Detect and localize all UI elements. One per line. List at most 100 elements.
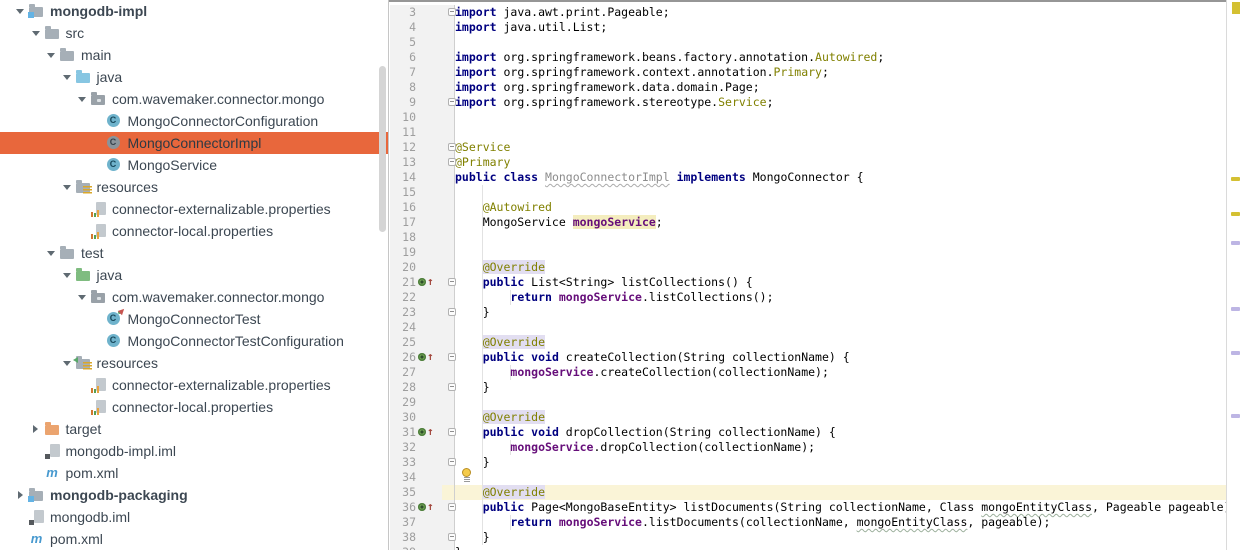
code-text[interactable]: import org.springframework.beans.factory… <box>455 50 1226 65</box>
code-text[interactable]: } <box>455 455 1226 470</box>
stripe-mark-usage[interactable] <box>1231 307 1240 311</box>
code-text[interactable]: @Override <box>455 335 1226 350</box>
code-line-8[interactable]: 8import org.springframework.data.domain.… <box>390 80 1226 95</box>
code-text[interactable]: @Override <box>455 410 1226 425</box>
code-text[interactable]: } <box>455 380 1226 395</box>
code-text[interactable]: import org.springframework.data.domain.P… <box>455 80 1226 95</box>
fold-start-icon[interactable] <box>448 8 456 16</box>
chevron-expanded-icon[interactable] <box>74 97 90 102</box>
code-text[interactable]: @Service <box>455 140 1226 155</box>
code-line-7[interactable]: 7import org.springframework.context.anno… <box>390 65 1226 80</box>
code-line-39[interactable]: 39} <box>390 545 1226 550</box>
code-text[interactable] <box>455 245 1226 260</box>
code-line-35[interactable]: 35 @Override <box>390 485 1226 500</box>
tree-item-java[interactable]: java <box>0 264 388 286</box>
fold-end-icon[interactable] <box>448 383 456 391</box>
code-text[interactable]: public void createCollection(String coll… <box>455 350 1226 365</box>
tree-item-pom-xml[interactable]: mpom.xml <box>0 528 388 550</box>
code-text[interactable]: public class MongoConnectorImpl implemen… <box>455 170 1226 185</box>
code-text[interactable] <box>455 470 1226 485</box>
code-line-25[interactable]: 25 @Override <box>390 335 1226 350</box>
chevron-expanded-icon[interactable] <box>59 273 75 278</box>
gutter[interactable]: 30 <box>390 410 455 425</box>
gutter[interactable]: 37 <box>390 515 455 530</box>
tree-item-src[interactable]: src <box>0 22 388 44</box>
stripe-mark-warning[interactable] <box>1231 177 1240 181</box>
gutter[interactable]: 4 <box>390 20 455 35</box>
code-line-3[interactable]: 3import java.awt.print.Pageable; <box>390 5 1226 20</box>
gutter[interactable]: 34 <box>390 470 455 485</box>
code-text[interactable]: MongoService mongoService; <box>455 215 1226 230</box>
tree-item-mongoconnectortest[interactable]: CMongoConnectorTest <box>0 308 388 330</box>
code-line-29[interactable]: 29 <box>390 395 1226 410</box>
code-line-12[interactable]: 12@Service <box>390 140 1226 155</box>
gutter[interactable]: 23 <box>390 305 455 320</box>
code-text[interactable]: import org.springframework.stereotype.Se… <box>455 95 1226 110</box>
code-line-37[interactable]: 37 return mongoService.listDocuments(col… <box>390 515 1226 530</box>
error-stripe[interactable] <box>1226 0 1241 550</box>
code-line-24[interactable]: 24 <box>390 320 1226 335</box>
gutter[interactable]: 31 <box>390 425 455 440</box>
gutter[interactable]: 5 <box>390 35 455 50</box>
code-text[interactable] <box>455 185 1226 200</box>
tree-item-mongodb-impl[interactable]: mongodb-impl <box>0 0 388 22</box>
code-line-36[interactable]: 36 public Page<MongoBaseEntity> listDocu… <box>390 500 1226 515</box>
code-text[interactable]: public List<String> listCollections() { <box>455 275 1226 290</box>
chevron-collapsed-icon[interactable] <box>12 491 28 499</box>
code-line-32[interactable]: 32 mongoService.dropCollection(collectio… <box>390 440 1226 455</box>
gutter[interactable]: 21 <box>390 275 455 290</box>
chevron-expanded-icon[interactable] <box>12 9 28 14</box>
fold-end-icon[interactable] <box>448 458 456 466</box>
gutter[interactable]: 29 <box>390 395 455 410</box>
code-line-18[interactable]: 18 <box>390 230 1226 245</box>
gutter[interactable]: 20 <box>390 260 455 275</box>
fold-end-icon[interactable] <box>448 158 456 166</box>
gutter[interactable]: 25 <box>390 335 455 350</box>
code-text[interactable]: mongoService.dropCollection(collectionNa… <box>455 440 1226 455</box>
code-line-31[interactable]: 31 public void dropCollection(String col… <box>390 425 1226 440</box>
gutter[interactable]: 36 <box>390 500 455 515</box>
code-text[interactable]: } <box>455 305 1226 320</box>
code-text[interactable] <box>455 320 1226 335</box>
code-line-6[interactable]: 6import org.springframework.beans.factor… <box>390 50 1226 65</box>
tree-item-connector-externalizable-properties[interactable]: connector-externalizable.properties <box>0 374 388 396</box>
tree-item-resources[interactable]: resources <box>0 176 388 198</box>
chevron-expanded-icon[interactable] <box>74 295 90 300</box>
code-line-21[interactable]: 21 public List<String> listCollections()… <box>390 275 1226 290</box>
gutter[interactable]: 11 <box>390 125 455 140</box>
intention-bulb-icon[interactable] <box>461 468 473 483</box>
code-text[interactable] <box>455 35 1226 50</box>
fold-end-icon[interactable] <box>448 533 456 541</box>
gutter[interactable]: 14 <box>390 170 455 185</box>
implementing-method-icon[interactable] <box>418 276 434 288</box>
gutter[interactable]: 24 <box>390 320 455 335</box>
code-text[interactable] <box>455 125 1226 140</box>
gutter[interactable]: 28 <box>390 380 455 395</box>
code-text[interactable] <box>455 230 1226 245</box>
stripe-mark-warning[interactable] <box>1231 212 1240 216</box>
tree-item-com-wavemaker-connector-mongo[interactable]: com.wavemaker.connector.mongo <box>0 286 388 308</box>
chevron-expanded-icon[interactable] <box>43 251 59 256</box>
tree-item-com-wavemaker-connector-mongo[interactable]: com.wavemaker.connector.mongo <box>0 88 388 110</box>
gutter[interactable]: 19 <box>390 245 455 260</box>
tree-scrollbar-thumb[interactable] <box>379 66 386 232</box>
code-text[interactable]: import org.springframework.context.annot… <box>455 65 1226 80</box>
stripe-mark-usage[interactable] <box>1231 414 1240 418</box>
code-text[interactable]: mongoService.createCollection(collection… <box>455 365 1226 380</box>
tree-item-main[interactable]: main <box>0 44 388 66</box>
code-text[interactable] <box>455 110 1226 125</box>
gutter[interactable]: 38 <box>390 530 455 545</box>
code-line-27[interactable]: 27 mongoService.createCollection(collect… <box>390 365 1226 380</box>
chevron-expanded-icon[interactable] <box>59 185 75 190</box>
gutter[interactable]: 16 <box>390 200 455 215</box>
fold-start-icon[interactable] <box>448 353 456 361</box>
stripe-status-indicator[interactable] <box>1232 2 1240 14</box>
fold-start-icon[interactable] <box>448 143 456 151</box>
gutter[interactable]: 7 <box>390 65 455 80</box>
code-line-13[interactable]: 13@Primary <box>390 155 1226 170</box>
code-text[interactable]: return mongoService.listDocuments(collec… <box>455 515 1226 530</box>
gutter[interactable]: 10 <box>390 110 455 125</box>
tree-item-mongodb-packaging[interactable]: mongodb-packaging <box>0 484 388 506</box>
code-line-30[interactable]: 30 @Override <box>390 410 1226 425</box>
code-line-22[interactable]: 22 return mongoService.listCollections()… <box>390 290 1226 305</box>
